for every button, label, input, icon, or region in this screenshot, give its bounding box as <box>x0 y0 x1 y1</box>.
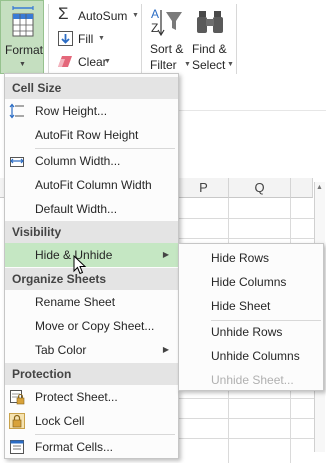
column-width-icon <box>10 157 24 167</box>
menu-item-label: Format Cells... <box>35 440 114 454</box>
chevron-down-icon: ▼ <box>104 58 111 66</box>
format-icon <box>12 6 34 37</box>
fill-button[interactable]: Fill ▼ <box>54 29 114 49</box>
menu-item-label: Tab Color <box>35 343 87 357</box>
section-cell-size: Cell Size <box>5 77 178 99</box>
mouse-cursor-icon <box>73 255 87 275</box>
format-label: Format <box>5 43 44 57</box>
menu-item-row-height[interactable]: Row Height... <box>5 99 178 123</box>
menu-item-label: Column Width... <box>35 154 121 168</box>
column-header-p[interactable]: P <box>179 178 229 198</box>
ribbon-separator <box>48 4 49 74</box>
submenu-item-unhide-sheet: Unhide Sheet... <box>211 373 294 387</box>
menu-item-format-cells[interactable]: Format Cells... <box>5 435 178 459</box>
menu-item-move-copy-sheet[interactable]: Move or Copy Sheet... <box>5 314 178 338</box>
menu-item-label: Move or Copy Sheet... <box>35 319 155 333</box>
svg-text:Z: Z <box>151 21 158 35</box>
menu-item-column-width[interactable]: Column Width... <box>5 149 178 173</box>
sort-filter-button[interactable]: A Z Sort & Filter ▼ <box>144 2 191 74</box>
menu-item-rename-sheet[interactable]: Rename Sheet <box>5 290 178 314</box>
format-button[interactable]: Format ▼ <box>0 0 44 74</box>
menu-item-label: Row Height... <box>35 104 108 118</box>
ribbon: Format ▼ Σ AutoSum ▼ Fill ▼ Clear ▼ A Z … <box>0 0 326 79</box>
svg-text:A: A <box>151 7 159 21</box>
menu-item-protect-sheet[interactable]: Protect Sheet... <box>5 385 178 409</box>
autosum-label: AutoSum <box>78 9 128 23</box>
menu-item-autofit-row-height[interactable]: AutoFit Row Height <box>5 123 178 147</box>
clear-button[interactable]: Clear ▼ <box>54 52 116 72</box>
submenu-arrow-icon: ▶ <box>162 250 169 259</box>
fill-down-icon <box>58 31 73 46</box>
menu-item-label: Lock Cell <box>35 414 85 428</box>
scroll-up-arrow-icon[interactable]: ▲ <box>316 184 323 191</box>
sigma-icon: Σ <box>58 4 69 23</box>
submenu-item-hide-columns[interactable]: Hide Columns <box>179 270 323 294</box>
format-dropdown-menu: Cell Size Row Height... AutoFit Row Heig… <box>4 73 179 459</box>
menu-item-autofit-column-width[interactable]: AutoFit Column Width <box>5 173 178 197</box>
menu-item-label: AutoFit Row Height <box>35 128 139 142</box>
format-cells-icon <box>10 440 24 454</box>
grid-line <box>179 438 314 439</box>
find-select-label-line2: Select <box>192 58 226 72</box>
submenu-item-hide-sheet[interactable]: Hide Sheet <box>179 294 323 318</box>
divider <box>179 110 326 111</box>
binoculars-icon <box>197 11 223 33</box>
sort-filter-label-line2: Filter <box>150 58 177 72</box>
menu-item-lock-cell[interactable]: Lock Cell <box>5 409 178 433</box>
grid-line <box>179 218 314 219</box>
lock-icon <box>9 413 25 429</box>
submenu-item-unhide-rows[interactable]: Unhide Rows <box>179 320 323 344</box>
find-select-button[interactable]: Find & Select ▼ <box>190 2 234 74</box>
submenu-item-hide-rows[interactable]: Hide Rows <box>179 246 323 270</box>
hide-unhide-submenu: Hide Rows Hide Columns Hide Sheet Unhide… <box>178 243 324 391</box>
column-header-next[interactable] <box>291 178 313 198</box>
row-height-icon <box>9 103 24 119</box>
submenu-item-unhide-columns[interactable]: Unhide Columns <box>179 344 323 368</box>
chevron-down-icon: ▼ <box>98 35 105 43</box>
chevron-down-icon: ▼ <box>132 12 139 20</box>
menu-item-label: Default Width... <box>35 202 118 216</box>
ribbon-separator <box>141 4 142 74</box>
column-header-q[interactable]: Q <box>229 178 291 198</box>
fill-label: Fill <box>78 32 94 46</box>
eraser-icon <box>58 56 72 67</box>
section-organize-sheets: Organize Sheets <box>5 268 178 290</box>
grid-line <box>179 238 314 239</box>
menu-item-label: AutoFit Column Width <box>35 178 152 192</box>
grid-line <box>179 398 314 399</box>
menu-item-default-width[interactable]: Default Width... <box>5 197 178 221</box>
submenu-arrow-icon: ▶ <box>162 345 169 354</box>
grid-line <box>179 418 314 419</box>
ribbon-blank-area <box>179 78 326 178</box>
section-visibility: Visibility <box>5 221 178 243</box>
sort-filter-label-line1: Sort & <box>150 42 184 56</box>
menu-item-tab-color[interactable]: Tab Color ▶ <box>5 338 178 362</box>
protect-sheet-icon <box>10 390 25 405</box>
ribbon-separator <box>236 4 237 74</box>
section-protection: Protection <box>5 363 178 385</box>
menu-item-hide-unhide[interactable]: Hide & Unhide ▶ <box>5 243 178 267</box>
menu-item-label: Rename Sheet <box>35 295 116 309</box>
chevron-down-icon: ▼ <box>227 61 234 69</box>
menu-item-label: Protect Sheet... <box>35 390 118 404</box>
autosum-button[interactable]: Σ AutoSum ▼ <box>54 4 139 26</box>
chevron-down-icon: ▼ <box>19 61 26 68</box>
sort-filter-icon: A Z <box>151 7 182 37</box>
find-select-label-line1: Find & <box>192 42 227 56</box>
